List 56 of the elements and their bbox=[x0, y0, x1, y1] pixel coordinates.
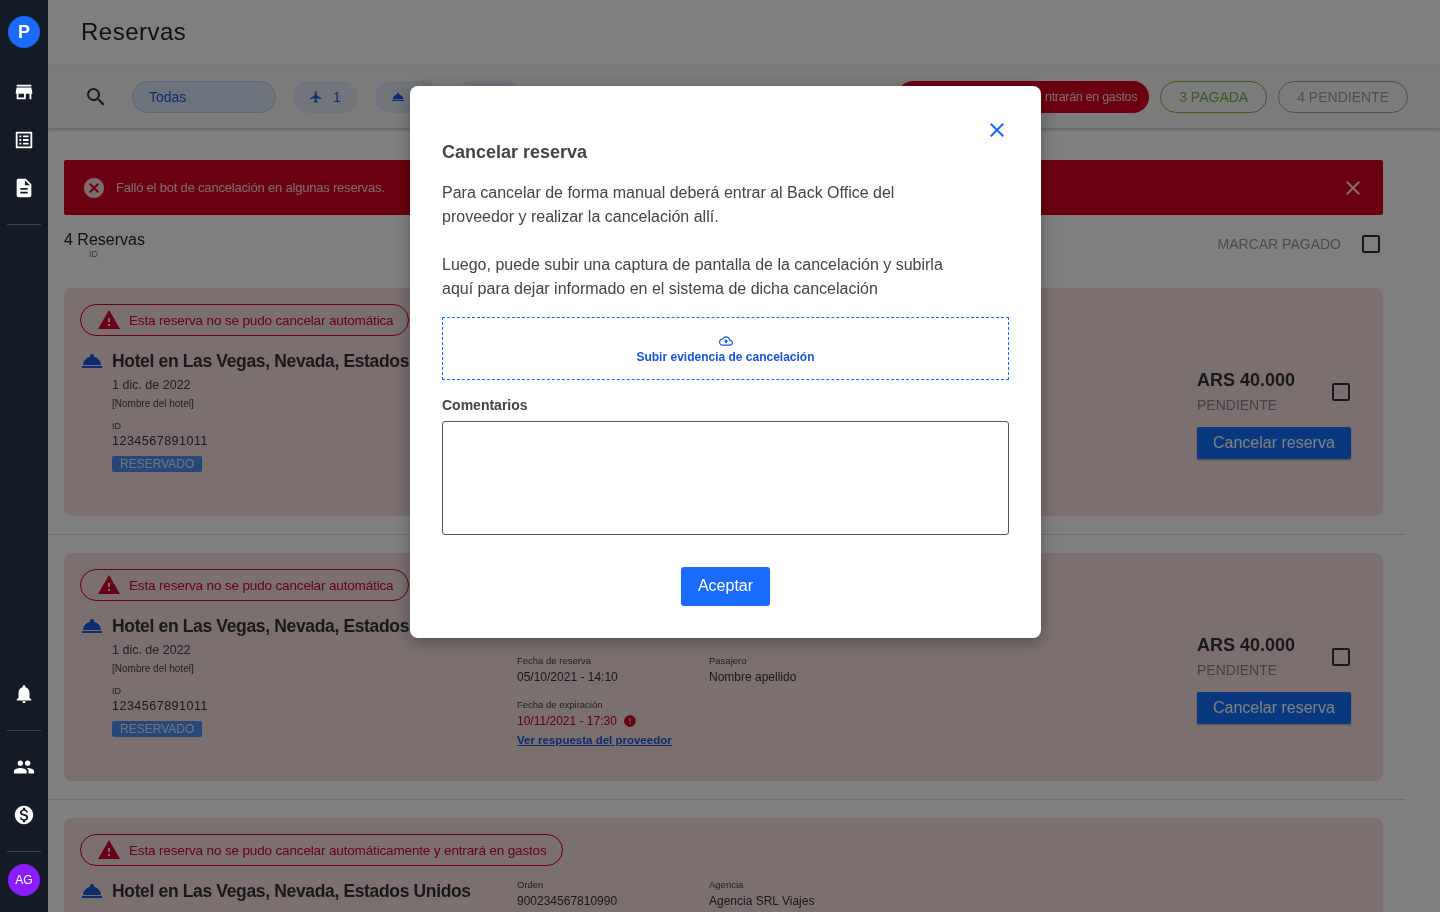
warning-text: Esta reserva no se pudo cancelar automáticamente y entrará en gastos bbox=[129, 842, 547, 858]
id-label: ID bbox=[112, 686, 121, 696]
detail-label: Pasajero bbox=[709, 655, 748, 666]
warning-icon bbox=[97, 573, 121, 597]
warning-text: Esta reserva no se pudo cancelar automática bbox=[129, 312, 394, 328]
hotel-name: [Nombre del hotel] bbox=[112, 398, 194, 409]
warning-text: Esta reserva no se pudo cancelar automática bbox=[129, 577, 394, 593]
status-badge: RESERVADO bbox=[112, 456, 203, 472]
hotel-name: [Nombre del hotel] bbox=[112, 663, 194, 674]
price: ARS 40.000 bbox=[1197, 370, 1297, 391]
reservation-date: 1 dic. de 2022 bbox=[112, 378, 191, 392]
price: ARS 40.000 bbox=[1197, 635, 1297, 656]
detail-label: Fecha de expiración bbox=[517, 699, 604, 710]
dialog-paragraph: Luego, puede subir una captura de pantalla de la cancelación y subirla aquí para dejar informado en el sistema de dicha cancelación bbox=[442, 255, 944, 299]
detail-label: Orden bbox=[517, 879, 545, 890]
detail-label: Fecha de reserva bbox=[517, 655, 592, 666]
banner-message: Falló el bot de cancelación en algunas reservas. bbox=[116, 180, 385, 195]
provider-response-link[interactable]: Ver respuesta del proveedor bbox=[517, 734, 672, 746]
app-logo[interactable]: P bbox=[8, 16, 40, 48]
filter-chip[interactable]: Todas bbox=[132, 80, 276, 113]
page-title: Reservas bbox=[81, 18, 187, 46]
upload-evidence-button[interactable]: Subir evidencia de cancelación bbox=[442, 317, 1009, 381]
dollar-icon bbox=[13, 804, 35, 826]
reservation-id: 1234567891011 bbox=[112, 434, 208, 448]
cloud-upload-icon bbox=[718, 333, 733, 348]
comments-label: Comentarios bbox=[442, 397, 529, 414]
detail-label: Agencia bbox=[709, 879, 745, 890]
reservations-count: 4 Reservas bbox=[64, 232, 145, 248]
detail-value: Agencia SRL Viajes bbox=[709, 894, 815, 908]
id-label: ID bbox=[89, 249, 98, 259]
detail-value: Nombre apellido bbox=[709, 670, 797, 684]
user-avatar[interactable]: AG bbox=[8, 864, 40, 896]
dialog-title: Cancelar reserva bbox=[442, 142, 589, 163]
id-label: ID bbox=[112, 421, 121, 431]
status-badge: RESERVADO bbox=[112, 721, 203, 737]
warning-icon bbox=[97, 838, 121, 862]
warning-icon bbox=[97, 308, 121, 332]
accept-button[interactable]: Aceptar bbox=[681, 566, 770, 606]
airplane-icon bbox=[309, 89, 323, 104]
mark-paid-checkbox[interactable] bbox=[1359, 232, 1383, 256]
detail-value: 05/10/2021 - 14:10 bbox=[517, 670, 618, 684]
filter-chip[interactable]: 1 bbox=[293, 80, 358, 113]
cancel-reservation-button[interactable]: Cancelar reserva bbox=[1197, 692, 1351, 724]
cancel-reservation-button[interactable]: Cancelar reserva bbox=[1197, 427, 1351, 459]
reservation-title: Hotel en Las Vegas, Nevada, Estados Unidos bbox=[112, 880, 471, 902]
list-icon bbox=[13, 129, 35, 151]
error-icon bbox=[622, 714, 637, 728]
reservation-title: Hotel en Las Vegas, Nevada, Estados bbox=[112, 350, 410, 372]
detail-value: 10/11/2021 - 17:30 bbox=[517, 714, 617, 728]
dialog-paragraph: Para cancelar de forma manual deberá entrar al Back Office del proveedor y realizar la cancelación allí. bbox=[442, 183, 896, 227]
reservation-date: 1 dic. de 2022 bbox=[112, 643, 191, 657]
reservation-id: 1234567891011 bbox=[112, 699, 208, 713]
reservation-title: Hotel en Las Vegas, Nevada, Estados bbox=[112, 615, 410, 637]
detail-value: 900234567810990 bbox=[517, 894, 618, 908]
comments-field[interactable] bbox=[442, 421, 1009, 535]
error-icon bbox=[82, 175, 106, 200]
